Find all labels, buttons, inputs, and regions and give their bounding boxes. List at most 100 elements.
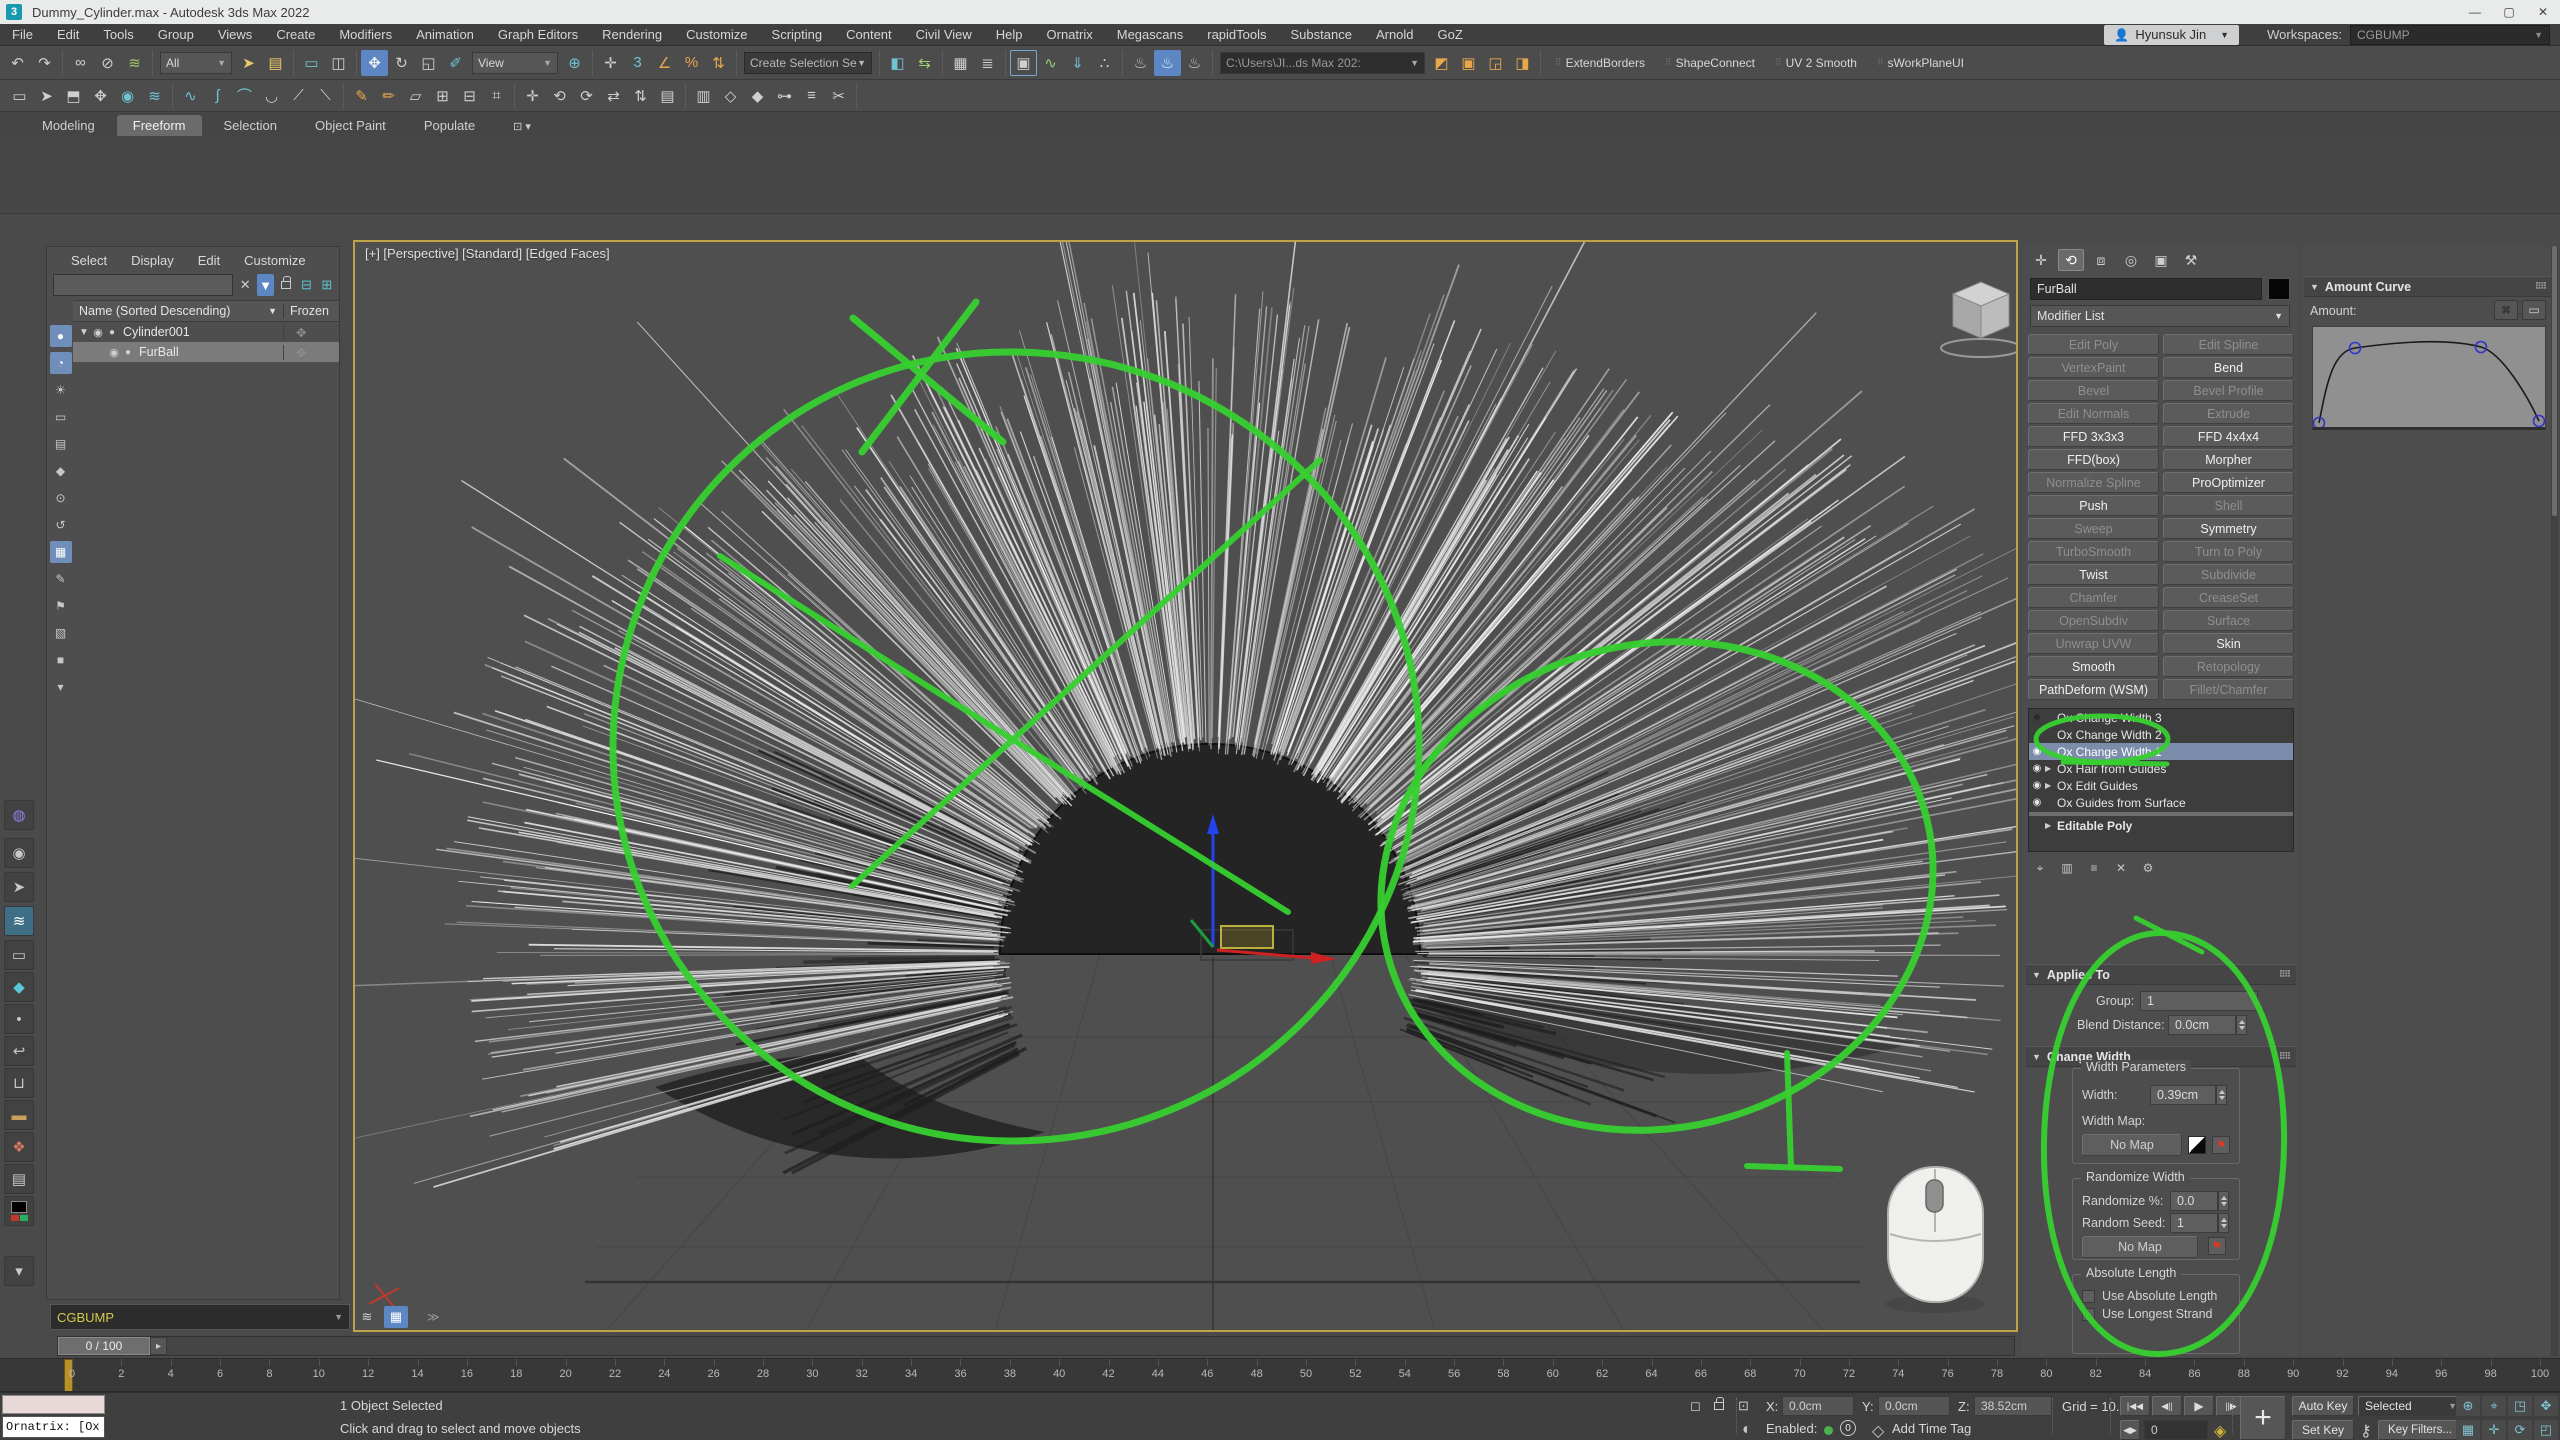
explorer-filter-icon-6[interactable]: ⊙ — [50, 487, 72, 509]
explorer-filter-icon-7[interactable]: ↺ — [50, 514, 72, 536]
toolbar2-icon-21[interactable]: ⇄ — [600, 83, 627, 109]
modifier-button-unwrap-uvw[interactable]: Unwrap UVW — [2028, 633, 2159, 654]
toolbar2-icon-7[interactable]: ∫ — [204, 83, 231, 109]
menu-substance[interactable]: Substance — [1279, 24, 1364, 46]
explorer-filter-icon-10[interactable]: ⚑ — [50, 595, 72, 617]
overflow-icon[interactable]: ≫ — [427, 1310, 440, 1324]
toolbar2-icon-25[interactable]: ◇ — [717, 83, 744, 109]
explorer-filter-icon-11[interactable]: ▧ — [50, 622, 72, 644]
viewport-label[interactable]: [+] [Perspective] [Standard] [Edged Face… — [365, 246, 610, 261]
modifier-button-prooptimizer[interactable]: ProOptimizer — [2163, 472, 2294, 493]
delete-strands-icon[interactable]: ⊔ — [4, 1068, 34, 1098]
black-swatch[interactable] — [11, 1201, 27, 1213]
tab-selection[interactable]: Selection — [208, 115, 293, 136]
add-time-tag[interactable]: Add Time Tag — [1892, 1421, 1971, 1436]
redo-icon[interactable]: ↷ — [31, 50, 58, 76]
render-region-icon[interactable]: ◨ — [1509, 50, 1536, 76]
object-name-field[interactable]: FurBall — [2030, 278, 2262, 300]
rendered-frame-icon[interactable]: ♨ — [1154, 50, 1181, 76]
eye-icon[interactable]: ◉ — [91, 326, 105, 339]
modifier-button-ffd-box[interactable]: FFD(box) — [2028, 449, 2159, 470]
key-mode-toggle-icon[interactable]: ◀▶ — [2120, 1420, 2140, 1440]
modifier-button-turn-to-poly[interactable]: Turn to Poly — [2163, 541, 2294, 562]
toolbar2-icon-0[interactable]: ▭ — [6, 83, 33, 109]
select-and-manipulate-icon[interactable]: ✛ — [597, 50, 624, 76]
active-layer-dropdown[interactable]: CGBUMP▼ — [50, 1304, 350, 1330]
remove-modifier-icon[interactable]: ✕ — [2109, 858, 2133, 878]
modifier-button-smooth[interactable]: Smooth — [2028, 656, 2159, 677]
selection-filter-dropdown[interactable]: All▼ — [160, 52, 232, 74]
menu-megascans[interactable]: Megascans — [1105, 24, 1195, 46]
explorer-filter-icon-4[interactable]: ▤ — [50, 433, 72, 455]
width-spinner[interactable] — [2216, 1085, 2227, 1105]
notes-icon[interactable]: ▤ — [4, 1164, 34, 1194]
modifier-button-surface[interactable]: Surface — [2163, 610, 2294, 631]
eye-icon[interactable]: ◉ — [2029, 746, 2045, 757]
use-pivot-center-icon[interactable]: ⊕ — [561, 50, 588, 76]
undo-icon[interactable]: ↶ — [4, 50, 31, 76]
toggle-scene-explorer-icon[interactable]: ▣ — [1010, 50, 1037, 76]
set-key-button[interactable]: Set Key — [2292, 1420, 2354, 1440]
toolbar2-icon-29[interactable]: ✂ — [825, 83, 852, 109]
track-bar[interactable]: 0246810121416182022242628303234363840424… — [0, 1358, 2560, 1392]
toolbar2-icon-6[interactable]: ∿ — [177, 83, 204, 109]
uv-2-smooth-button[interactable]: ⠿UV 2 Smooth — [1767, 51, 1865, 75]
menu-graph-editors[interactable]: Graph Editors — [486, 24, 590, 46]
menu-tools[interactable]: Tools — [91, 24, 145, 46]
modifier-button-ffd-4x4x4[interactable]: FFD 4x4x4 — [2163, 426, 2294, 447]
modifier-button-opensubdiv[interactable]: OpenSubdiv — [2028, 610, 2159, 631]
width-field[interactable]: 0.39cm — [2150, 1085, 2216, 1105]
motion-tab[interactable]: ◎ — [2118, 249, 2144, 271]
toolbar2-icon-23[interactable]: ▤ — [654, 83, 681, 109]
toolbar2-icon-27[interactable]: ⊶ — [771, 83, 798, 109]
map-swatch-icon[interactable] — [2188, 1136, 2206, 1154]
explorer-filter-icon-0[interactable]: ● — [50, 325, 72, 347]
toolbar2-icon-28[interactable]: ≡ — [798, 83, 825, 109]
menu-group[interactable]: Group — [146, 24, 206, 46]
explorer-search-input[interactable] — [53, 274, 233, 296]
toolbar2-icon-10[interactable]: ⟋ — [285, 83, 312, 109]
modifier-button-bevel-profile[interactable]: Bevel Profile — [2163, 380, 2294, 401]
toolbar2-icon-18[interactable]: ✛ — [519, 83, 546, 109]
next-frame-icon[interactable]: ▸ — [150, 1337, 167, 1355]
randomize-spinner[interactable] — [2218, 1191, 2229, 1211]
menu-ornatrix[interactable]: Ornatrix — [1035, 24, 1105, 46]
absolute-mode-icon[interactable]: ⊡ — [1738, 1398, 1749, 1414]
object-color-swatch[interactable] — [2268, 278, 2290, 300]
toolbar2-icon-2[interactable]: ⬒ — [60, 83, 87, 109]
ribbon-options-icon[interactable]: ⊡ ▾ — [497, 117, 547, 136]
render-setup-icon[interactable]: ♨ — [1127, 50, 1154, 76]
select-object-icon[interactable]: ➤ — [235, 50, 262, 76]
workspace-dropdown[interactable]: CGBUMP ▼ — [2350, 25, 2550, 45]
menu-help[interactable]: Help — [984, 24, 1035, 46]
modifier-button-pathdeform-wsm[interactable]: PathDeform (WSM) — [2028, 679, 2159, 700]
z-coordinate-field[interactable]: 38.52cm — [1974, 1396, 2052, 1416]
lock-icon[interactable] — [278, 274, 294, 296]
close-button[interactable]: ✕ — [2526, 1, 2560, 23]
toolbar2-icon-1[interactable]: ➤ — [33, 83, 60, 109]
modifier-button-shell[interactable]: Shell — [2163, 495, 2294, 516]
select-strands-icon[interactable]: ➤ — [4, 872, 34, 902]
tab-object-paint[interactable]: Object Paint — [299, 115, 402, 136]
menu-rapidtools[interactable]: rapidTools — [1195, 24, 1278, 46]
spinner-snap-icon[interactable]: ⇅ — [705, 50, 732, 76]
menu-civil-view[interactable]: Civil View — [904, 24, 984, 46]
snaps-toggle-icon[interactable]: 3 — [624, 50, 651, 76]
toolbar2-icon-15[interactable]: ⊞ — [429, 83, 456, 109]
filter-funnel-icon[interactable]: ▼ — [257, 274, 273, 296]
minimize-button[interactable]: — — [2458, 1, 2492, 23]
expand-icon[interactable]: ▶ — [2045, 821, 2057, 830]
select-and-link-icon[interactable]: ∞ — [67, 50, 94, 76]
make-unique-icon[interactable]: ≡ — [2082, 858, 2106, 878]
select-and-place-icon[interactable]: ✐ — [442, 50, 469, 76]
sworkplaneui-button[interactable]: ⠿sWorkPlaneUI — [1869, 51, 1972, 75]
stack-item-ox-change-width-2[interactable]: ◆Ox Change Width 2 — [2029, 726, 2293, 743]
use-longest-strand-checkbox[interactable] — [2082, 1308, 2095, 1321]
select-by-name-icon[interactable]: ▤ — [262, 50, 289, 76]
revert-icon[interactable]: ↩ — [4, 1036, 34, 1066]
menu-content[interactable]: Content — [834, 24, 904, 46]
show-end-result-icon[interactable]: ▥ — [2055, 858, 2079, 878]
configure-modifier-sets-icon[interactable]: ⚙ — [2136, 858, 2160, 878]
modifier-button-twist[interactable]: Twist — [2028, 564, 2159, 585]
stack-item-ox-change-width-1[interactable]: ◉Ox Change Width 1 — [2029, 743, 2293, 760]
